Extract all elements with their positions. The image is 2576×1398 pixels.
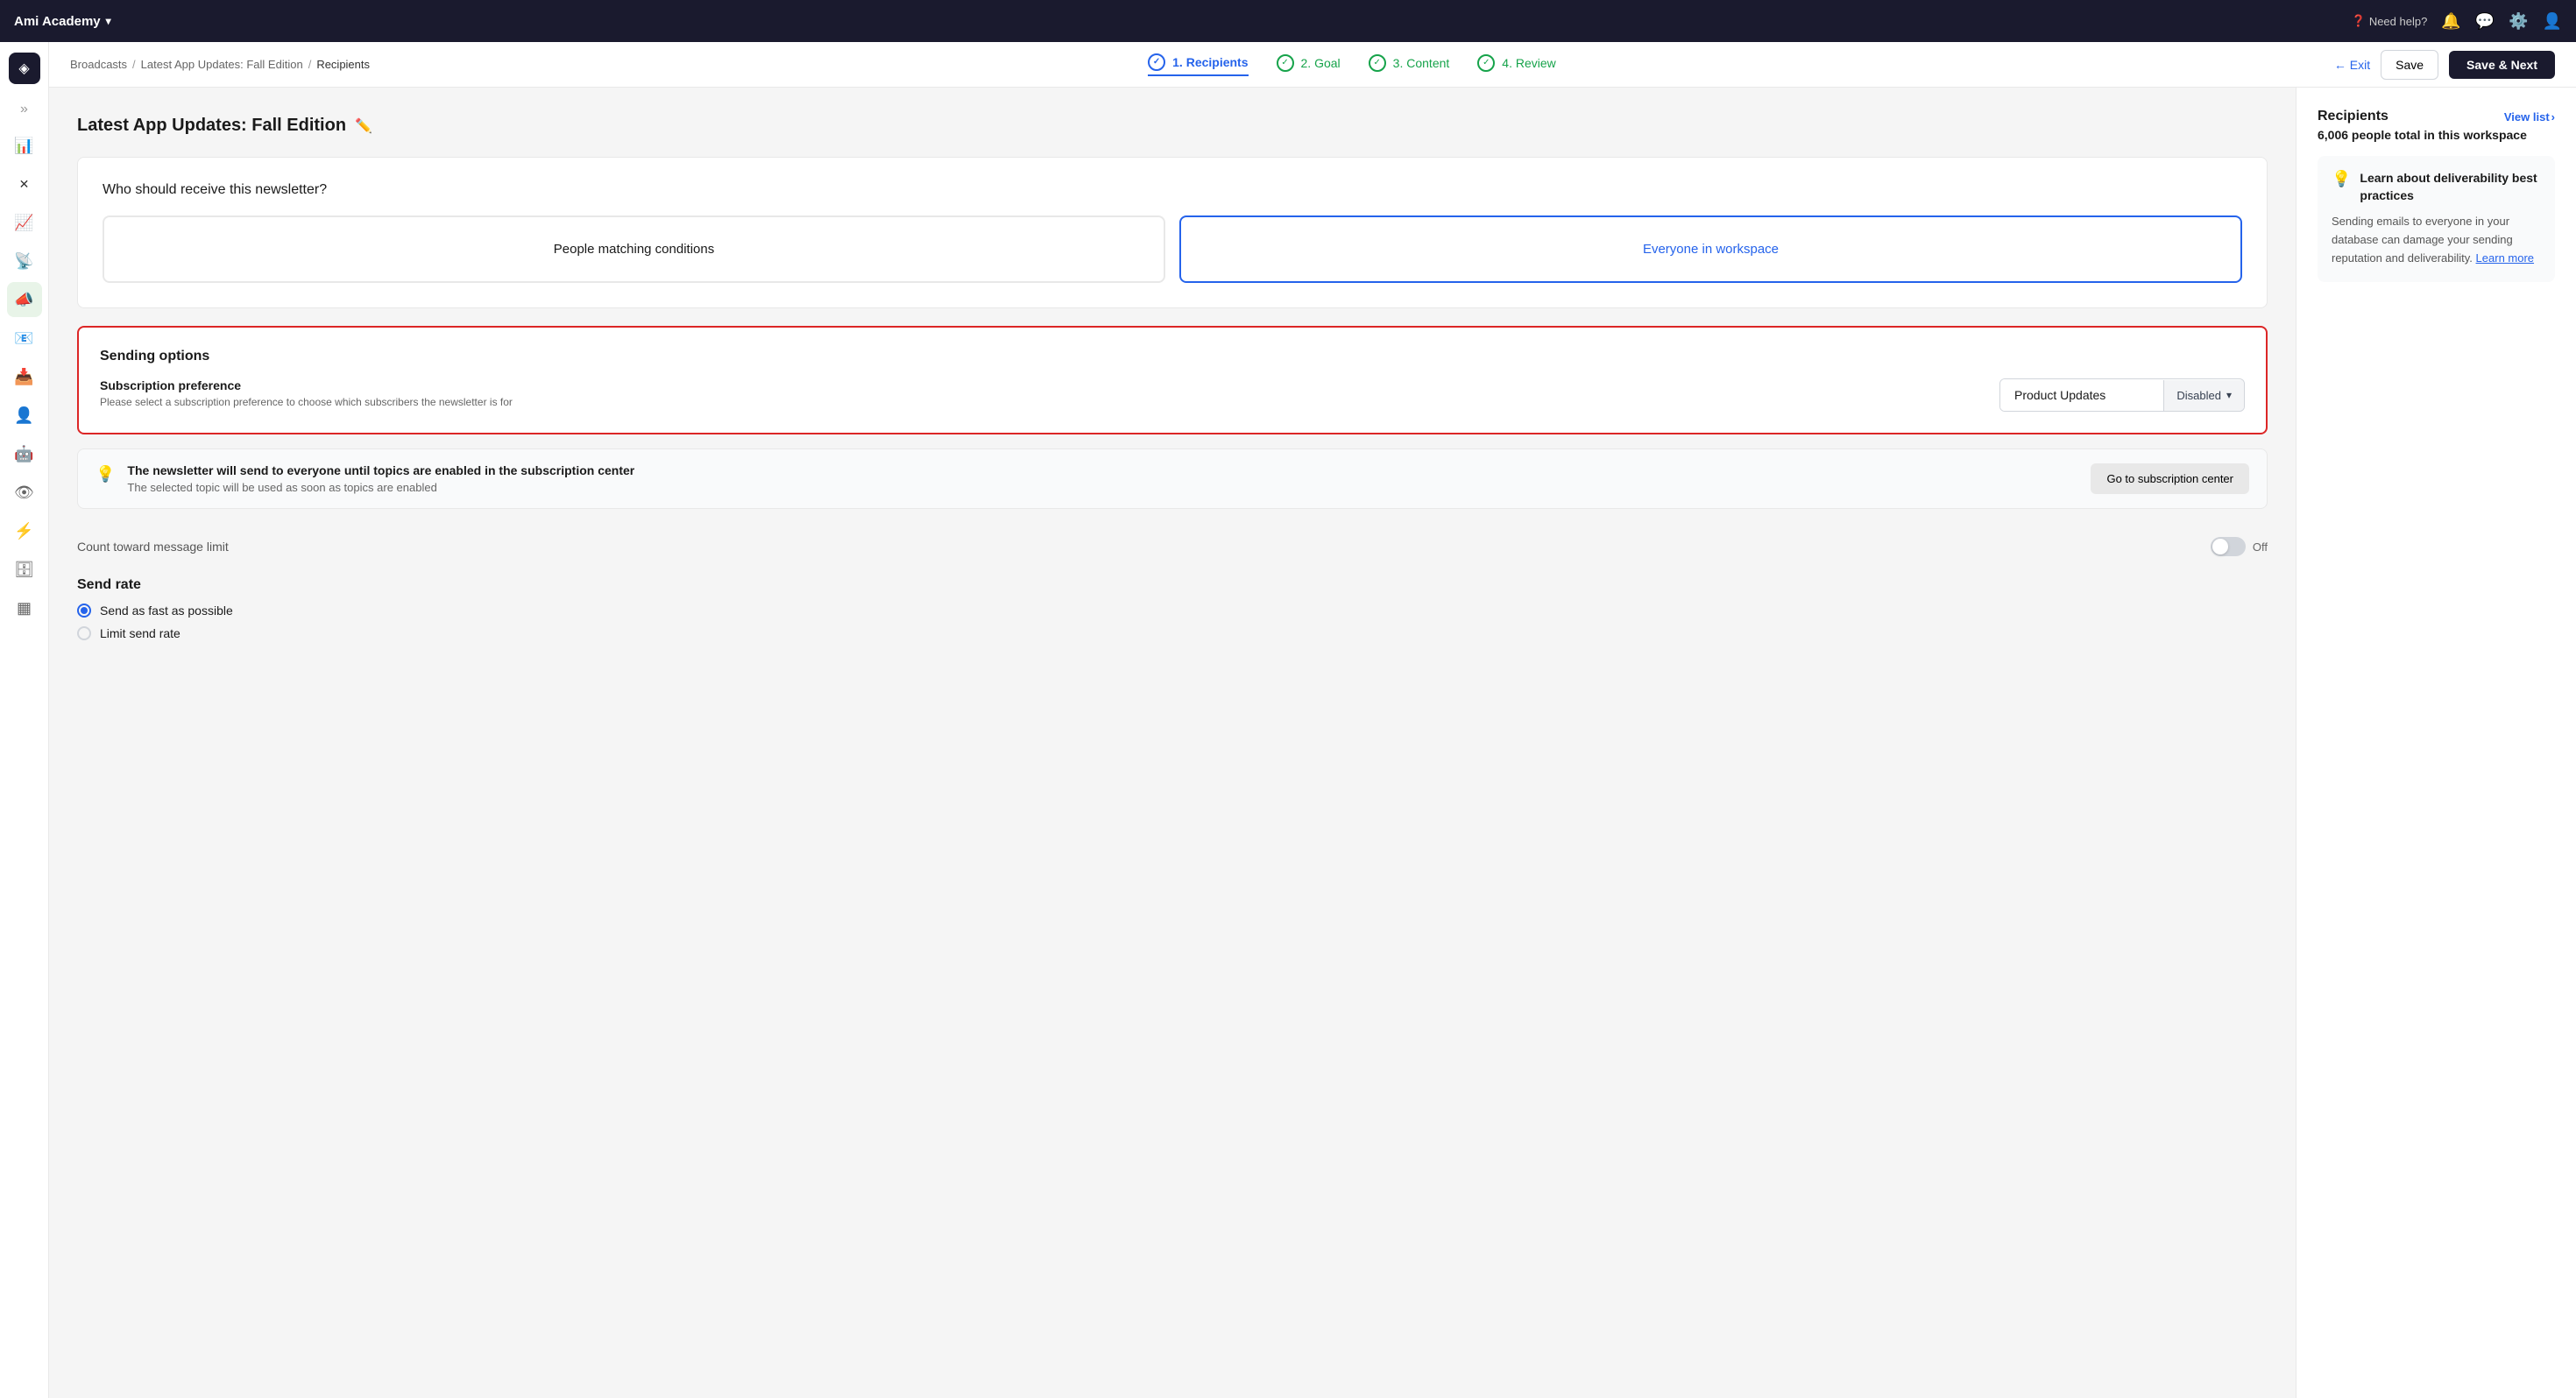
sidebar-item-analytics[interactable]: 📈 bbox=[7, 205, 42, 240]
people-matching-option[interactable]: People matching conditions bbox=[103, 215, 1165, 283]
sub-header: Broadcasts / Latest App Updates: Fall Ed… bbox=[49, 42, 2576, 88]
warning-desc: The selected topic will be used as soon … bbox=[127, 481, 2078, 494]
recipient-question: Who should receive this newsletter? bbox=[103, 182, 2242, 198]
step-review[interactable]: ✓ 4. Review bbox=[1477, 54, 1555, 75]
warning-action: Go to subscription center bbox=[2091, 463, 2249, 494]
header-actions: ← Exit Save Save & Next bbox=[2334, 50, 2555, 80]
top-navigation: Ami Academy ▾ ❓ Need help? 🔔 💬 ⚙️ 👤 bbox=[0, 0, 2576, 42]
profile-button[interactable]: 👤 bbox=[2543, 12, 2562, 31]
sidebar-item-broadcasts[interactable]: 📡 bbox=[7, 244, 42, 279]
breadcrumb-current: Recipients bbox=[316, 58, 370, 71]
edit-title-icon[interactable]: ✏️ bbox=[355, 117, 372, 135]
subscription-label: Subscription preference bbox=[100, 378, 1978, 392]
nav-right: ❓ Need help? 🔔 💬 ⚙️ 👤 bbox=[2352, 12, 2562, 31]
page-title: Latest App Updates: Fall Edition bbox=[77, 116, 346, 136]
warning-text-block: The newsletter will send to everyone unt… bbox=[127, 463, 2078, 494]
sidebar: ◈ » 📊 ✕ 📈 📡 📣 📧 📥 👤 🤖 👁 ⚡ 🗄 ▦ bbox=[0, 42, 49, 1398]
send-rate-title: Send rate bbox=[77, 577, 2268, 593]
sidebar-item-close[interactable]: ✕ bbox=[7, 166, 42, 201]
warning-box: 💡 The newsletter will send to everyone u… bbox=[77, 448, 2268, 509]
learn-more-link[interactable]: Learn more bbox=[2476, 251, 2534, 265]
breadcrumb-broadcasts[interactable]: Broadcasts bbox=[70, 58, 127, 71]
count-toward-row: Count toward message limit Off bbox=[77, 526, 2268, 567]
sidebar-item-people[interactable]: 👤 bbox=[7, 398, 42, 433]
toggle-thumb bbox=[2212, 539, 2228, 554]
nav-left: Ami Academy ▾ bbox=[14, 14, 111, 29]
info-lightbulb-icon: 💡 bbox=[2332, 170, 2351, 188]
main-wrapper: Broadcasts / Latest App Updates: Fall Ed… bbox=[49, 42, 2576, 1398]
help-button[interactable]: ❓ Need help? bbox=[2352, 14, 2428, 28]
exit-button[interactable]: ← Exit bbox=[2334, 58, 2370, 72]
step-recipients[interactable]: ✓ 1. Recipients bbox=[1148, 53, 1248, 76]
subscription-preference-row: Subscription preference Please select a … bbox=[100, 378, 2245, 412]
workspace-name[interactable]: Ami Academy ▾ bbox=[14, 14, 111, 29]
recipient-options: People matching conditions Everyone in w… bbox=[103, 215, 2242, 283]
subscription-label-block: Subscription preference Please select a … bbox=[100, 378, 1978, 408]
sending-options-title: Sending options bbox=[100, 349, 2245, 364]
subscription-desc: Please select a subscription preference … bbox=[100, 396, 1978, 408]
recipients-panel-title: Recipients bbox=[2318, 109, 2388, 124]
sidebar-item-automations[interactable]: 🤖 bbox=[7, 436, 42, 471]
deliverability-info-card: 💡 Learn about deliverability best practi… bbox=[2318, 156, 2555, 282]
messages-button[interactable]: 💬 bbox=[2475, 12, 2495, 31]
warning-title: The newsletter will send to everyone unt… bbox=[127, 463, 2078, 477]
panel-title-row: Recipients View list › bbox=[2318, 109, 2555, 124]
recipient-section-card: Who should receive this newsletter? Peop… bbox=[77, 157, 2268, 308]
toggle-state-label: Off bbox=[2253, 540, 2268, 554]
info-card-body: Sending emails to everyone in your datab… bbox=[2332, 213, 2541, 267]
dropdown-chevron-icon: ▾ bbox=[2226, 389, 2232, 401]
limit-send-radio bbox=[77, 626, 91, 640]
go-to-subscription-button[interactable]: Go to subscription center bbox=[2091, 463, 2249, 494]
step-navigation: ✓ 1. Recipients ✓ 2. Goal ✓ 3. Content ✓… bbox=[1148, 53, 1556, 76]
right-panel: Recipients View list › 6,006 people tota… bbox=[2296, 88, 2576, 1398]
step-content[interactable]: ✓ 3. Content bbox=[1369, 54, 1450, 75]
sidebar-item-campaigns[interactable]: 📣 bbox=[7, 282, 42, 317]
everyone-option[interactable]: Everyone in workspace bbox=[1179, 215, 2242, 283]
send-fast-radio bbox=[77, 604, 91, 618]
send-fast-option[interactable]: Send as fast as possible bbox=[77, 604, 2268, 618]
save-next-button[interactable]: Save & Next bbox=[2449, 51, 2555, 79]
count-toward-toggle[interactable]: Off bbox=[2211, 537, 2268, 556]
warning-lightbulb-icon: 💡 bbox=[96, 465, 115, 484]
info-card-header: 💡 Learn about deliverability best practi… bbox=[2332, 170, 2541, 204]
sidebar-item-grid[interactable]: ▦ bbox=[7, 590, 42, 625]
sidebar-item-dashboard[interactable]: 📊 bbox=[7, 128, 42, 163]
sidebar-expand-button[interactable]: » bbox=[13, 95, 35, 124]
sidebar-item-reports[interactable]: 👁 bbox=[7, 475, 42, 510]
limit-send-rate-option[interactable]: Limit send rate bbox=[77, 626, 2268, 640]
main-content-area: Latest App Updates: Fall Edition ✏️ Who … bbox=[49, 88, 2296, 1398]
title-row: Latest App Updates: Fall Edition ✏️ bbox=[77, 116, 2268, 136]
info-card-title: Learn about deliverability best practice… bbox=[2360, 170, 2541, 204]
step-goal[interactable]: ✓ 2. Goal bbox=[1277, 54, 1341, 75]
subscription-dropdown[interactable]: Product Updates Disabled ▾ bbox=[1999, 378, 2245, 412]
sidebar-item-data[interactable]: 🗄 bbox=[7, 552, 42, 587]
dropdown-value: Product Updates bbox=[2000, 379, 2163, 411]
notifications-button[interactable]: 🔔 bbox=[2441, 12, 2460, 31]
sidebar-item-inbox[interactable]: 📥 bbox=[7, 359, 42, 394]
send-rate-radio-group: Send as fast as possible Limit send rate bbox=[77, 604, 2268, 640]
sending-options-card: Sending options Subscription preference … bbox=[77, 326, 2268, 434]
save-button[interactable]: Save bbox=[2381, 50, 2438, 80]
sidebar-item-messages[interactable]: 📧 bbox=[7, 321, 42, 356]
page-content: Latest App Updates: Fall Edition ✏️ Who … bbox=[49, 88, 2576, 1398]
view-list-link[interactable]: View list › bbox=[2504, 110, 2555, 124]
settings-button[interactable]: ⚙️ bbox=[2509, 12, 2528, 31]
toggle-track[interactable] bbox=[2211, 537, 2246, 556]
breadcrumb: Broadcasts / Latest App Updates: Fall Ed… bbox=[70, 58, 370, 71]
send-rate-section: Send rate Send as fast as possible Limit… bbox=[77, 577, 2268, 640]
sidebar-logo: ◈ bbox=[9, 53, 40, 84]
count-toward-label: Count toward message limit bbox=[77, 540, 229, 554]
sidebar-item-activity[interactable]: ⚡ bbox=[7, 513, 42, 548]
dropdown-badge[interactable]: Disabled ▾ bbox=[2163, 380, 2244, 411]
panel-count: 6,006 people total in this workspace bbox=[2318, 128, 2555, 142]
breadcrumb-newsletter[interactable]: Latest App Updates: Fall Edition bbox=[141, 58, 303, 71]
